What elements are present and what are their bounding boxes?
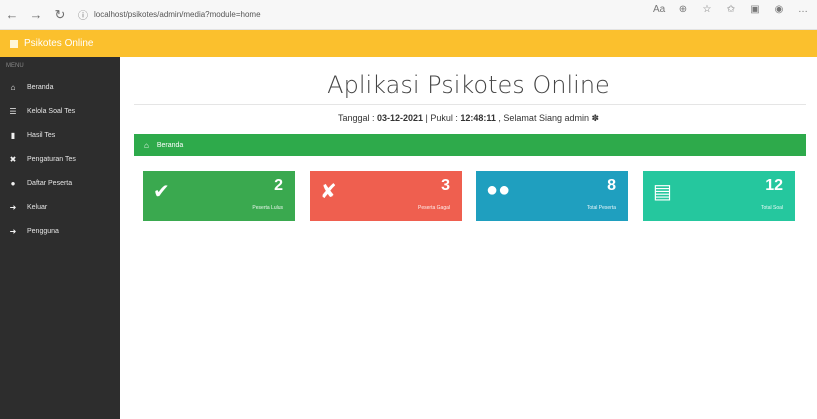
sidebar-item-label: Beranda bbox=[27, 83, 54, 91]
card-total-peserta[interactable]: ●● 8 Total Peserta bbox=[476, 171, 628, 221]
sidebar-item-beranda[interactable]: ⌂ Beranda bbox=[0, 75, 120, 99]
home-icon: ⌂ bbox=[144, 140, 149, 150]
arrow-left-icon[interactable]: ← bbox=[0, 3, 24, 27]
date-value: 03-12-2021 bbox=[376, 113, 424, 123]
card-value: 12 bbox=[765, 177, 783, 194]
sidebar-item-label: Daftar Peserta bbox=[27, 179, 73, 187]
sidebar-item-label: Kelola Soal Tes bbox=[27, 107, 76, 115]
time-value: 12:48:11 bbox=[460, 113, 496, 123]
info-icon[interactable]: ⓘ bbox=[78, 7, 88, 22]
card-value: 3 bbox=[441, 177, 450, 194]
sidebar-menu-label: MENU bbox=[6, 63, 24, 69]
sidebar-item-label: Pengguna bbox=[27, 227, 59, 235]
breadcrumb-label[interactable]: Beranda bbox=[157, 142, 183, 149]
browser-toolbar: ← → ↻ ⓘ localhost/psikotes/admin/media?m… bbox=[0, 0, 817, 30]
favorites-icon[interactable]: ✩ bbox=[725, 4, 737, 15]
favorite-add-icon[interactable]: ☆ bbox=[701, 4, 713, 15]
users-icon: ● bbox=[10, 178, 16, 188]
list-icon: ☰ bbox=[9, 106, 17, 116]
brand-icon bbox=[10, 39, 18, 48]
sidebar-item-pengguna[interactable]: ➜ Pengguna bbox=[0, 219, 120, 243]
sidebar-item-label: Hasil Tes bbox=[27, 131, 56, 139]
home-icon: ⌂ bbox=[10, 82, 16, 92]
sidebar: MENU ⌂ Beranda ☰ Kelola Soal Tes ▮ Hasil… bbox=[0, 57, 120, 419]
arrow-right-icon[interactable]: → bbox=[24, 3, 48, 27]
collections-icon[interactable]: ▣ bbox=[749, 4, 761, 15]
reload-icon[interactable]: ↻ bbox=[48, 3, 72, 27]
sidebar-item-label: Pengaturan Tes bbox=[27, 155, 76, 163]
date-prefix: Tanggal : bbox=[337, 113, 377, 123]
page-title: Aplikasi Psikotes Online bbox=[327, 71, 610, 99]
card-total-soal[interactable]: ▤ 12 Total Soal bbox=[643, 171, 795, 221]
user-slash-icon: ✘ bbox=[320, 181, 337, 203]
read-aloud-icon[interactable]: Aa bbox=[653, 4, 665, 15]
file-text-icon: ▤ bbox=[653, 181, 672, 203]
browser-tools: Aa ⊕ ☆ ✩ ▣ ◉ … bbox=[653, 4, 809, 15]
sidebar-item-hasil-tes[interactable]: ▮ Hasil Tes bbox=[0, 123, 120, 147]
app-brand[interactable]: Psikotes Online bbox=[24, 38, 93, 49]
sign-in-icon: ➜ bbox=[9, 226, 17, 236]
sidebar-item-pengaturan-tes[interactable]: ✖ Pengaturan Tes bbox=[0, 147, 120, 171]
sidebar-item-label: Keluar bbox=[27, 203, 48, 211]
sign-out-icon: ➜ bbox=[9, 202, 17, 212]
divider bbox=[134, 104, 806, 105]
card-value: 8 bbox=[607, 177, 616, 194]
sun-icon: ✽ bbox=[591, 113, 600, 123]
greeting: , Selamat Siang admin bbox=[495, 113, 592, 123]
breadcrumb: ⌂ Beranda bbox=[134, 134, 806, 156]
sidebar-item-kelola-soal[interactable]: ☰ Kelola Soal Tes bbox=[0, 99, 120, 123]
users-icon: ●● bbox=[486, 179, 511, 201]
url-text[interactable]: localhost/psikotes/admin/media?module=ho… bbox=[94, 10, 261, 19]
main-content: Aplikasi Psikotes Online Tanggal : 03-12… bbox=[120, 57, 817, 419]
card-peserta-gagal[interactable]: ✘ 3 Peserta Gagal bbox=[310, 171, 462, 221]
file-icon: ▮ bbox=[10, 130, 16, 140]
card-peserta-lulus[interactable]: ✔ 2 Peserta Lulus bbox=[143, 171, 295, 221]
card-label: Peserta Gagal bbox=[418, 205, 450, 211]
time-prefix: | Pukul : bbox=[423, 113, 461, 123]
user-check-icon: ✔ bbox=[153, 181, 170, 203]
app-topbar: Psikotes Online bbox=[0, 30, 817, 57]
address-bar[interactable]: ⓘ localhost/psikotes/admin/media?module=… bbox=[78, 4, 598, 26]
card-label: Total Peserta bbox=[586, 205, 616, 211]
sidebar-item-keluar[interactable]: ➜ Keluar bbox=[0, 195, 120, 219]
tools-icon: ✖ bbox=[9, 154, 17, 164]
more-icon[interactable]: … bbox=[797, 4, 809, 15]
zoom-icon[interactable]: ⊕ bbox=[677, 4, 689, 15]
profile-icon[interactable]: ◉ bbox=[773, 4, 785, 15]
card-label: Total Soal bbox=[761, 205, 783, 211]
date-time-line: Tanggal : 03-12-2021 | Pukul : 12:48:11 … bbox=[120, 113, 817, 124]
sidebar-item-daftar-peserta[interactable]: ● Daftar Peserta bbox=[0, 171, 120, 195]
card-value: 2 bbox=[274, 177, 283, 194]
card-label: Peserta Lulus bbox=[252, 205, 283, 211]
